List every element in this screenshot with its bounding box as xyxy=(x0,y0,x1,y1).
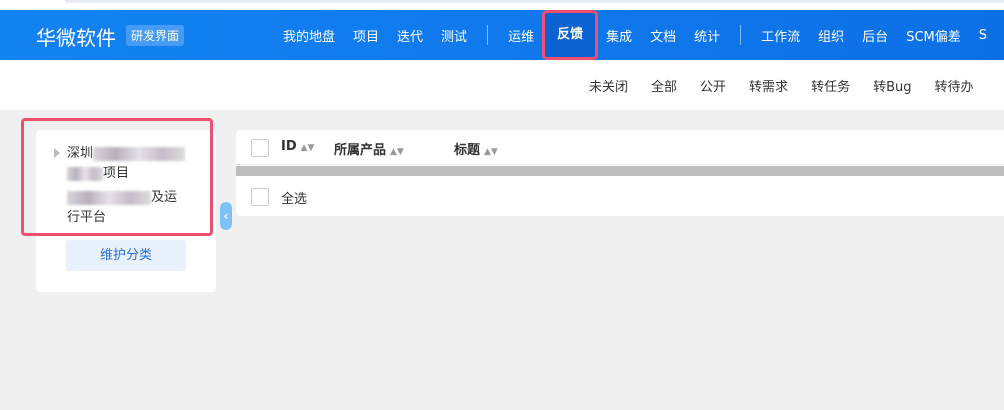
filter-unclosed[interactable]: 未关闭 xyxy=(580,76,637,95)
app-logo: 华微软件 xyxy=(36,26,116,50)
header-checkbox[interactable] xyxy=(251,139,269,157)
nav-project[interactable]: 项目 xyxy=(344,26,388,45)
filter-to-story[interactable]: 转需求 xyxy=(740,76,797,95)
filter-all[interactable]: 全部 xyxy=(642,76,686,95)
filter-to-bug[interactable]: 转Bug xyxy=(864,76,920,95)
nav-more[interactable]: S xyxy=(970,28,996,43)
sort-icon: ▲▼ xyxy=(390,147,404,157)
main-nav: 我的地盘 项目 迭代 测试 运维 反馈 集成 文档 统计 工作流 组织 后台 S… xyxy=(274,10,996,60)
nav-stats[interactable]: 统计 xyxy=(685,26,729,45)
nav-scm[interactable]: SCM偏差 xyxy=(897,26,970,45)
nav-workflow[interactable]: 工作流 xyxy=(752,26,809,45)
nav-divider xyxy=(740,25,742,45)
filter-public[interactable]: 公开 xyxy=(691,76,735,95)
select-all-label[interactable]: 全选 xyxy=(281,188,307,207)
filter-to-task[interactable]: 转任务 xyxy=(802,76,859,95)
nav-docs[interactable]: 文档 xyxy=(641,26,685,45)
feedback-table: ID ▲▼ 所属产品 ▲▼ 标题 ▲▼ 全选 xyxy=(236,130,1004,216)
interface-badge: 研发界面 xyxy=(126,25,185,46)
col-id[interactable]: ID ▲▼ xyxy=(281,139,314,154)
nav-feedback[interactable]: 反馈 xyxy=(542,10,599,60)
nav-iteration[interactable]: 迭代 xyxy=(388,26,432,45)
table-header: ID ▲▼ 所属产品 ▲▼ 标题 ▲▼ xyxy=(236,130,1004,165)
nav-admin[interactable]: 后台 xyxy=(853,26,897,45)
top-header: 华微软件 研发界面 我的地盘 项目 迭代 测试 运维 反馈 集成 文档 统计 工… xyxy=(0,10,1004,60)
nav-my[interactable]: 我的地盘 xyxy=(274,26,344,45)
nav-integration[interactable]: 集成 xyxy=(597,26,641,45)
nav-test[interactable]: 测试 xyxy=(432,26,476,45)
highlight-box xyxy=(21,118,213,236)
col-product[interactable]: 所属产品 ▲▼ xyxy=(334,139,404,158)
collapse-sidebar-icon[interactable]: ‹ xyxy=(220,202,232,230)
maintain-category-button[interactable]: 维护分类 xyxy=(66,240,186,271)
select-all-checkbox[interactable] xyxy=(251,188,269,206)
scrollbar[interactable] xyxy=(236,166,1004,176)
sub-nav-bar: 未关闭 全部 公开 转需求 转任务 转Bug 转待办 xyxy=(0,60,1004,110)
sort-icon: ▲▼ xyxy=(484,147,498,157)
filter-to-todo[interactable]: 转待办 xyxy=(926,76,983,95)
col-title[interactable]: 标题 ▲▼ xyxy=(454,139,498,158)
sort-icon: ▲▼ xyxy=(300,143,315,153)
nav-ops[interactable]: 运维 xyxy=(499,26,543,45)
browser-strip xyxy=(0,0,1004,10)
nav-org[interactable]: 组织 xyxy=(809,26,853,45)
nav-divider xyxy=(487,25,489,45)
